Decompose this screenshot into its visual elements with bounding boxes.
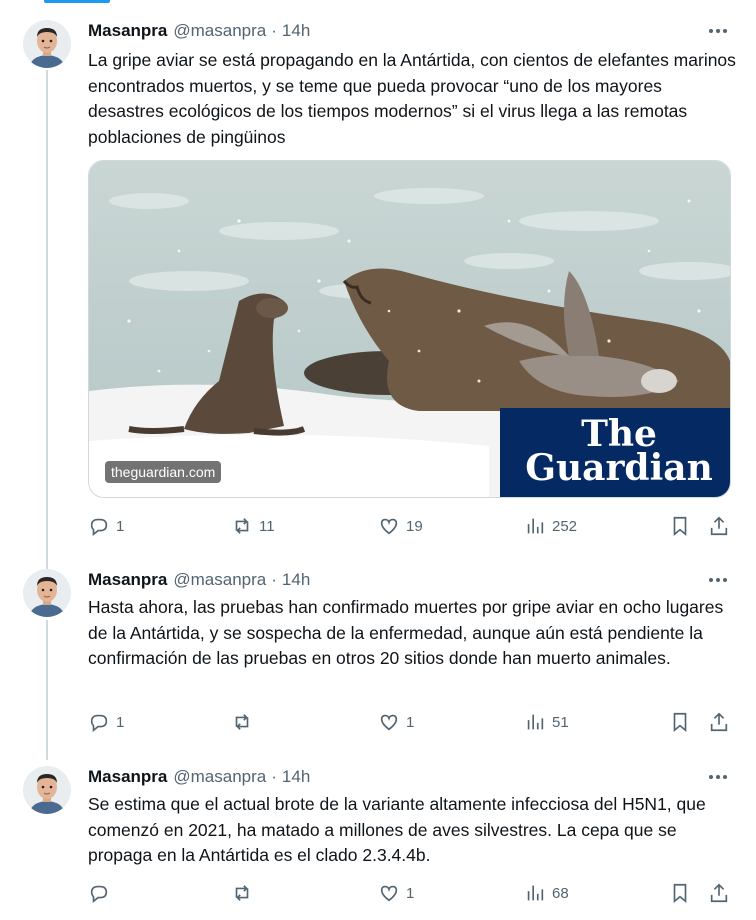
- timestamp[interactable]: 14h: [282, 21, 310, 41]
- more-icon[interactable]: [700, 571, 736, 589]
- share-icon: [710, 516, 728, 536]
- share-button[interactable]: [708, 710, 730, 734]
- link-card[interactable]: The Guardian theguardian.com: [88, 160, 731, 498]
- tweet-header: Masanpra @masanpra · 14h: [88, 766, 310, 788]
- views-button[interactable]: 252: [524, 514, 577, 538]
- tweet[interactable]: Masanpra @masanpra · 14h Hasta ahora, la…: [0, 569, 756, 749]
- like-icon: [380, 518, 398, 535]
- share-icon: [710, 712, 728, 732]
- retweet-button[interactable]: [231, 710, 259, 734]
- separator-dot: ·: [271, 767, 277, 786]
- retweet-count: 11: [259, 517, 275, 535]
- bookmark-icon: [673, 712, 687, 733]
- views-icon: [527, 714, 544, 730]
- like-button[interactable]: 19: [378, 514, 423, 538]
- reply-count: 1: [116, 713, 125, 731]
- views-count: 51: [552, 713, 569, 731]
- tweet[interactable]: Masanpra @masanpra · 14h La gripe aviar …: [0, 20, 756, 550]
- views-count: 68: [552, 884, 569, 902]
- tweet-text: Se estima que el actual brote de la vari…: [88, 794, 706, 865]
- like-count: 19: [406, 517, 423, 535]
- author-name[interactable]: Masanpra: [88, 570, 167, 590]
- like-button[interactable]: 1: [378, 881, 414, 905]
- guardian-logo: The Guardian: [509, 411, 729, 496]
- logo-line-1: The: [581, 413, 657, 455]
- reply-icon: [90, 518, 108, 536]
- more-icon[interactable]: [700, 22, 736, 40]
- tweet-actions: 1 11 19 252: [88, 514, 738, 538]
- timestamp[interactable]: 14h: [282, 570, 310, 590]
- tweet-actions: 1 68: [88, 881, 738, 905]
- tweet[interactable]: Masanpra @masanpra · 14h Se estima que e…: [0, 766, 756, 920]
- author-handle[interactable]: @masanpra: [173, 570, 266, 590]
- views-icon: [527, 885, 544, 901]
- separator-dot: ·: [271, 21, 277, 40]
- avatar[interactable]: [23, 20, 71, 68]
- retweet-button[interactable]: [231, 881, 259, 905]
- author-handle[interactable]: @masanpra: [173, 767, 266, 787]
- logo-line-2: Guardian: [525, 447, 713, 489]
- avatar[interactable]: [23, 569, 71, 617]
- reply-icon: [90, 885, 108, 903]
- timestamp[interactable]: 14h: [282, 767, 310, 787]
- like-count: 1: [406, 884, 415, 902]
- tweet-text: Hasta ahora, las pruebas han confirmado …: [88, 597, 724, 668]
- retweet-icon: [235, 518, 249, 534]
- author-handle[interactable]: @masanpra: [173, 21, 266, 41]
- views-button[interactable]: 68: [524, 881, 569, 905]
- views-icon: [527, 518, 544, 534]
- author-name[interactable]: Masanpra: [88, 21, 167, 41]
- author-name[interactable]: Masanpra: [88, 767, 167, 787]
- like-button[interactable]: 1: [378, 710, 414, 734]
- tweet-header: Masanpra @masanpra · 14h: [88, 569, 310, 591]
- reply-button[interactable]: [88, 881, 116, 905]
- card-domain: theguardian.com: [105, 461, 222, 483]
- avatar[interactable]: [23, 766, 71, 814]
- views-count: 252: [552, 517, 578, 535]
- more-icon[interactable]: [700, 768, 736, 786]
- views-button[interactable]: 51: [524, 710, 569, 734]
- like-icon: [380, 885, 398, 902]
- bookmark-button[interactable]: [669, 514, 691, 538]
- like-count: 1: [406, 713, 415, 731]
- reply-button[interactable]: 1: [88, 514, 124, 538]
- reply-button[interactable]: 1: [88, 710, 124, 734]
- retweet-icon: [235, 885, 249, 901]
- share-icon: [710, 883, 728, 903]
- separator-dot: ·: [271, 570, 277, 589]
- share-button[interactable]: [708, 881, 730, 905]
- like-icon: [380, 714, 398, 731]
- bookmark-button[interactable]: [669, 881, 691, 905]
- tweet-text: La gripe aviar se está propagando en la …: [88, 50, 736, 147]
- tweet-header: Masanpra @masanpra · 14h: [88, 20, 310, 42]
- bookmark-button[interactable]: [669, 710, 691, 734]
- bookmark-icon: [673, 516, 687, 537]
- bookmark-icon: [673, 883, 687, 904]
- share-button[interactable]: [708, 514, 730, 538]
- reply-count: 1: [116, 517, 125, 535]
- retweet-button[interactable]: 11: [231, 514, 275, 538]
- tweet-actions: 1 1 51: [88, 710, 738, 734]
- retweet-icon: [235, 714, 249, 730]
- active-tab-indicator: [44, 0, 110, 3]
- reply-icon: [90, 714, 108, 732]
